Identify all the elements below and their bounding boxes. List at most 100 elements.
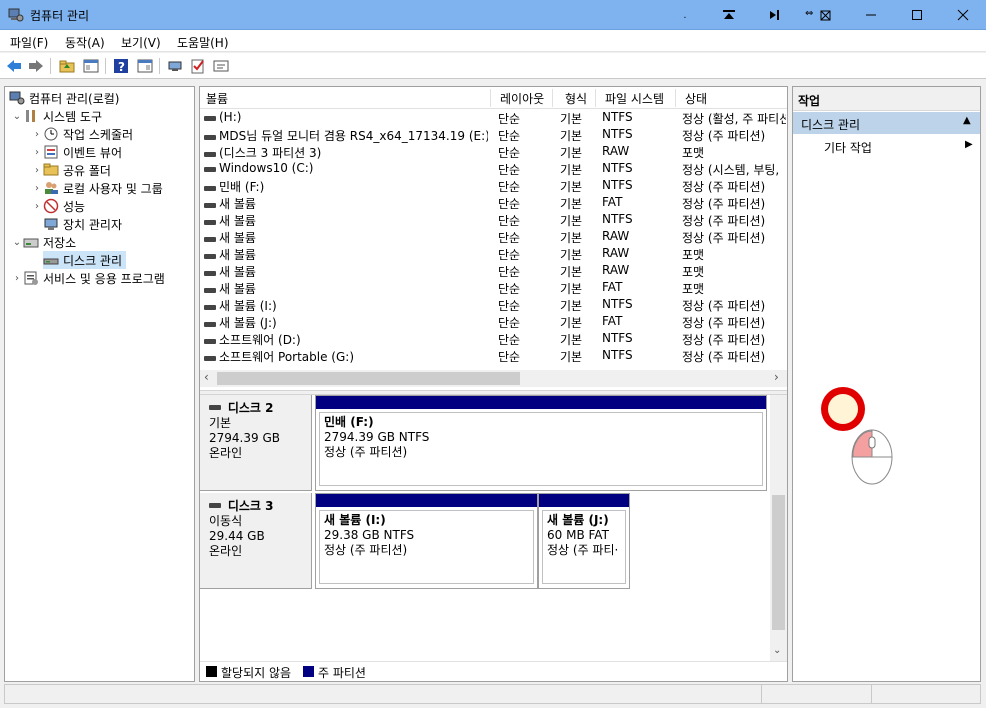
column-divider[interactable] <box>552 89 553 107</box>
column-header-volume[interactable]: 볼륨 <box>206 90 228 107</box>
partition-name: 새 볼륨 (J:) <box>547 513 609 527</box>
close-button[interactable] <box>940 0 986 30</box>
horizontal-scrollbar[interactable]: ‹ › <box>200 370 787 387</box>
volume-name: 새 볼륨 (J:) <box>204 314 488 331</box>
tree-item-storage[interactable]: ⌄ 저장소 <box>11 233 76 251</box>
chevron-right-icon[interactable]: › <box>31 147 43 158</box>
volume-type: 기본 <box>560 350 583 364</box>
help-icon[interactable]: ? <box>112 57 130 75</box>
svg-text:⇔: ⇔ <box>805 8 813 19</box>
tree-label: 디스크 관리 <box>63 253 123 268</box>
tree-item-performance[interactable]: › 성능 <box>31 197 85 215</box>
menu-file[interactable]: 파일(F) <box>10 34 48 51</box>
chevron-right-icon[interactable]: › <box>11 273 23 284</box>
disk-2-label[interactable]: 디스크 2 기본 2794.39 GB 온라인 <box>200 395 312 491</box>
volume-list-header: 볼륨 레이아웃 형식 파일 시스템 상태 <box>200 87 787 109</box>
volume-icon <box>204 288 216 293</box>
connect-icon[interactable] <box>166 57 184 75</box>
tree-item-disk-management[interactable]: 디스크 관리 <box>43 251 127 269</box>
tree-label: 장치 관리자 <box>63 217 123 232</box>
column-divider[interactable] <box>595 89 596 107</box>
volume-status: 포맷 <box>682 265 705 279</box>
menu-view[interactable]: 보기(V) <box>121 34 161 51</box>
volume-row[interactable]: 새 볼륨 단순 기본 NTFS 정상 (주 파티션) <box>200 211 787 228</box>
volume-row[interactable]: 소프트웨어 Portable (G:) 단순 기본 NTFS 정상 (주 파티션) <box>200 347 787 364</box>
menu-help[interactable]: 도움말(H) <box>177 34 229 51</box>
partition-status: 정상 (주 파티션) <box>324 445 408 459</box>
collapse-up-icon[interactable] <box>706 0 752 30</box>
volume-type: 기본 <box>560 282 583 296</box>
column-header-status[interactable]: 상태 <box>685 90 707 107</box>
chevron-down-icon[interactable]: ⌄ <box>11 237 23 248</box>
action-pane-icon[interactable] <box>136 57 154 75</box>
volume-icon <box>204 322 216 327</box>
collapse-triangle-icon[interactable]: ▲ <box>963 115 971 126</box>
tree-item-shared-folders[interactable]: › 공유 폴더 <box>31 161 111 179</box>
back-icon[interactable] <box>5 57 23 75</box>
column-header-layout[interactable]: 레이아웃 <box>500 90 544 107</box>
chevron-right-icon[interactable]: › <box>31 201 43 212</box>
volume-name-text: 새 볼륨 (I:) <box>219 299 277 313</box>
volume-row[interactable]: 새 볼륨 단순 기본 RAW 정상 (주 파티션) <box>200 228 787 245</box>
tree-label: 컴퓨터 관리(로컬) <box>29 91 120 106</box>
volume-row[interactable]: 새 볼륨 단순 기본 RAW 포맷 <box>200 262 787 279</box>
volume-row[interactable]: (H:) 단순 기본 NTFS 정상 (활성, 주 파티션) <box>200 109 787 126</box>
volume-row[interactable]: 새 볼륨 (I:) 단순 기본 NTFS 정상 (주 파티션) <box>200 296 787 313</box>
column-header-filesystem[interactable]: 파일 시스템 <box>605 90 664 107</box>
volume-layout: 단순 <box>498 231 521 245</box>
up-folder-icon[interactable] <box>58 57 76 75</box>
tree-item-event-viewer[interactable]: › 이벤트 뷰어 <box>31 143 122 161</box>
properties-icon[interactable] <box>212 57 230 75</box>
chevron-down-icon[interactable]: ⌄ <box>11 111 23 122</box>
pin-dot-icon[interactable]: . <box>662 0 708 30</box>
snap-left-icon[interactable] <box>752 0 798 30</box>
tree-label: 작업 스케줄러 <box>63 127 134 142</box>
maximize-button[interactable] <box>894 0 940 30</box>
actions-section-disk-management[interactable]: 디스크 관리 ▲ <box>793 112 980 134</box>
tree-item-services[interactable]: › 서비스 및 응용 프로그램 <box>11 269 165 287</box>
volume-row[interactable]: 민배 (F:) 단순 기본 NTFS 정상 (주 파티션) <box>200 177 787 194</box>
tools-icon <box>26 110 35 122</box>
scroll-right-icon[interactable]: › <box>774 370 779 384</box>
toolbar-separator <box>50 58 51 74</box>
volume-row[interactable]: 소프트웨어 (D:) 단순 기본 NTFS 정상 (주 파티션) <box>200 330 787 347</box>
checklist-icon[interactable] <box>189 57 207 75</box>
volume-status: 정상 (활성, 주 파티션) <box>682 112 786 126</box>
partition-j[interactable]: 새 볼륨 (J:) 60 MB FAT 정상 (주 파티· <box>538 493 630 589</box>
volume-row[interactable]: 새 볼륨 단순 기본 FAT 정상 (주 파티션) <box>200 194 787 211</box>
tree-item-system-tools[interactable]: ⌄ 시스템 도구 <box>11 107 102 125</box>
scrollbar-thumb[interactable] <box>772 495 785 630</box>
vertical-scrollbar[interactable]: ⌄ <box>770 395 787 661</box>
volume-icon <box>204 271 216 276</box>
volume-row[interactable]: (디스크 3 파티션 3) 단순 기본 RAW 포맷 <box>200 143 787 160</box>
column-divider[interactable] <box>675 89 676 107</box>
resize-arrows-icon[interactable]: ⇔ <box>796 0 842 30</box>
volume-row[interactable]: 새 볼륨 단순 기본 FAT 포맷 <box>200 279 787 296</box>
volume-row[interactable]: Windows10 (C:) 단순 기본 NTFS 정상 (시스템, 부팅, <box>200 160 787 177</box>
column-header-type[interactable]: 형식 <box>565 90 587 107</box>
scroll-down-icon[interactable]: ⌄ <box>773 645 781 656</box>
partition-i[interactable]: 새 볼륨 (I:) 29.38 GB NTFS 정상 (주 파티션) <box>315 493 538 589</box>
partition-f[interactable]: 민배 (F:) 2794.39 GB NTFS 정상 (주 파티션) <box>315 395 767 491</box>
volume-type: 기본 <box>560 299 583 313</box>
volume-row[interactable]: 새 볼륨 (J:) 단순 기본 FAT 정상 (주 파티션) <box>200 313 787 330</box>
column-divider[interactable] <box>490 89 491 107</box>
volume-row[interactable]: MDS님 듀얼 모니터 겸용 RS4_x64_17134.19 (E:) 단순 기본… <box>200 126 787 143</box>
tree-item-local-users[interactable]: › 로컬 사용자 및 그룹 <box>31 179 163 197</box>
scroll-left-icon[interactable]: ‹ <box>204 370 209 384</box>
forward-icon[interactable] <box>27 57 45 75</box>
chevron-right-icon[interactable]: › <box>31 165 43 176</box>
menu-action[interactable]: 동작(A) <box>65 34 105 51</box>
tree-item-root[interactable]: 컴퓨터 관리(로컬) <box>9 89 119 107</box>
disk-3-label[interactable]: 디스크 3 이동식 29.44 GB 온라인 <box>200 493 312 589</box>
chevron-right-icon[interactable]: › <box>31 129 43 140</box>
tree-item-task-scheduler[interactable]: › 작업 스케줄러 <box>31 125 133 143</box>
minimize-button[interactable] <box>848 0 894 30</box>
action-more-actions[interactable]: 기타 작업 ▶ <box>793 136 980 156</box>
volume-row[interactable]: 새 볼륨 단순 기본 RAW 포맷 <box>200 245 787 262</box>
scrollbar-thumb[interactable] <box>217 372 520 385</box>
volume-fs: RAW <box>602 246 630 260</box>
tree-item-device-manager[interactable]: 장치 관리자 <box>43 215 122 233</box>
console-tree-icon[interactable] <box>82 57 100 75</box>
chevron-right-icon[interactable]: › <box>31 183 43 194</box>
